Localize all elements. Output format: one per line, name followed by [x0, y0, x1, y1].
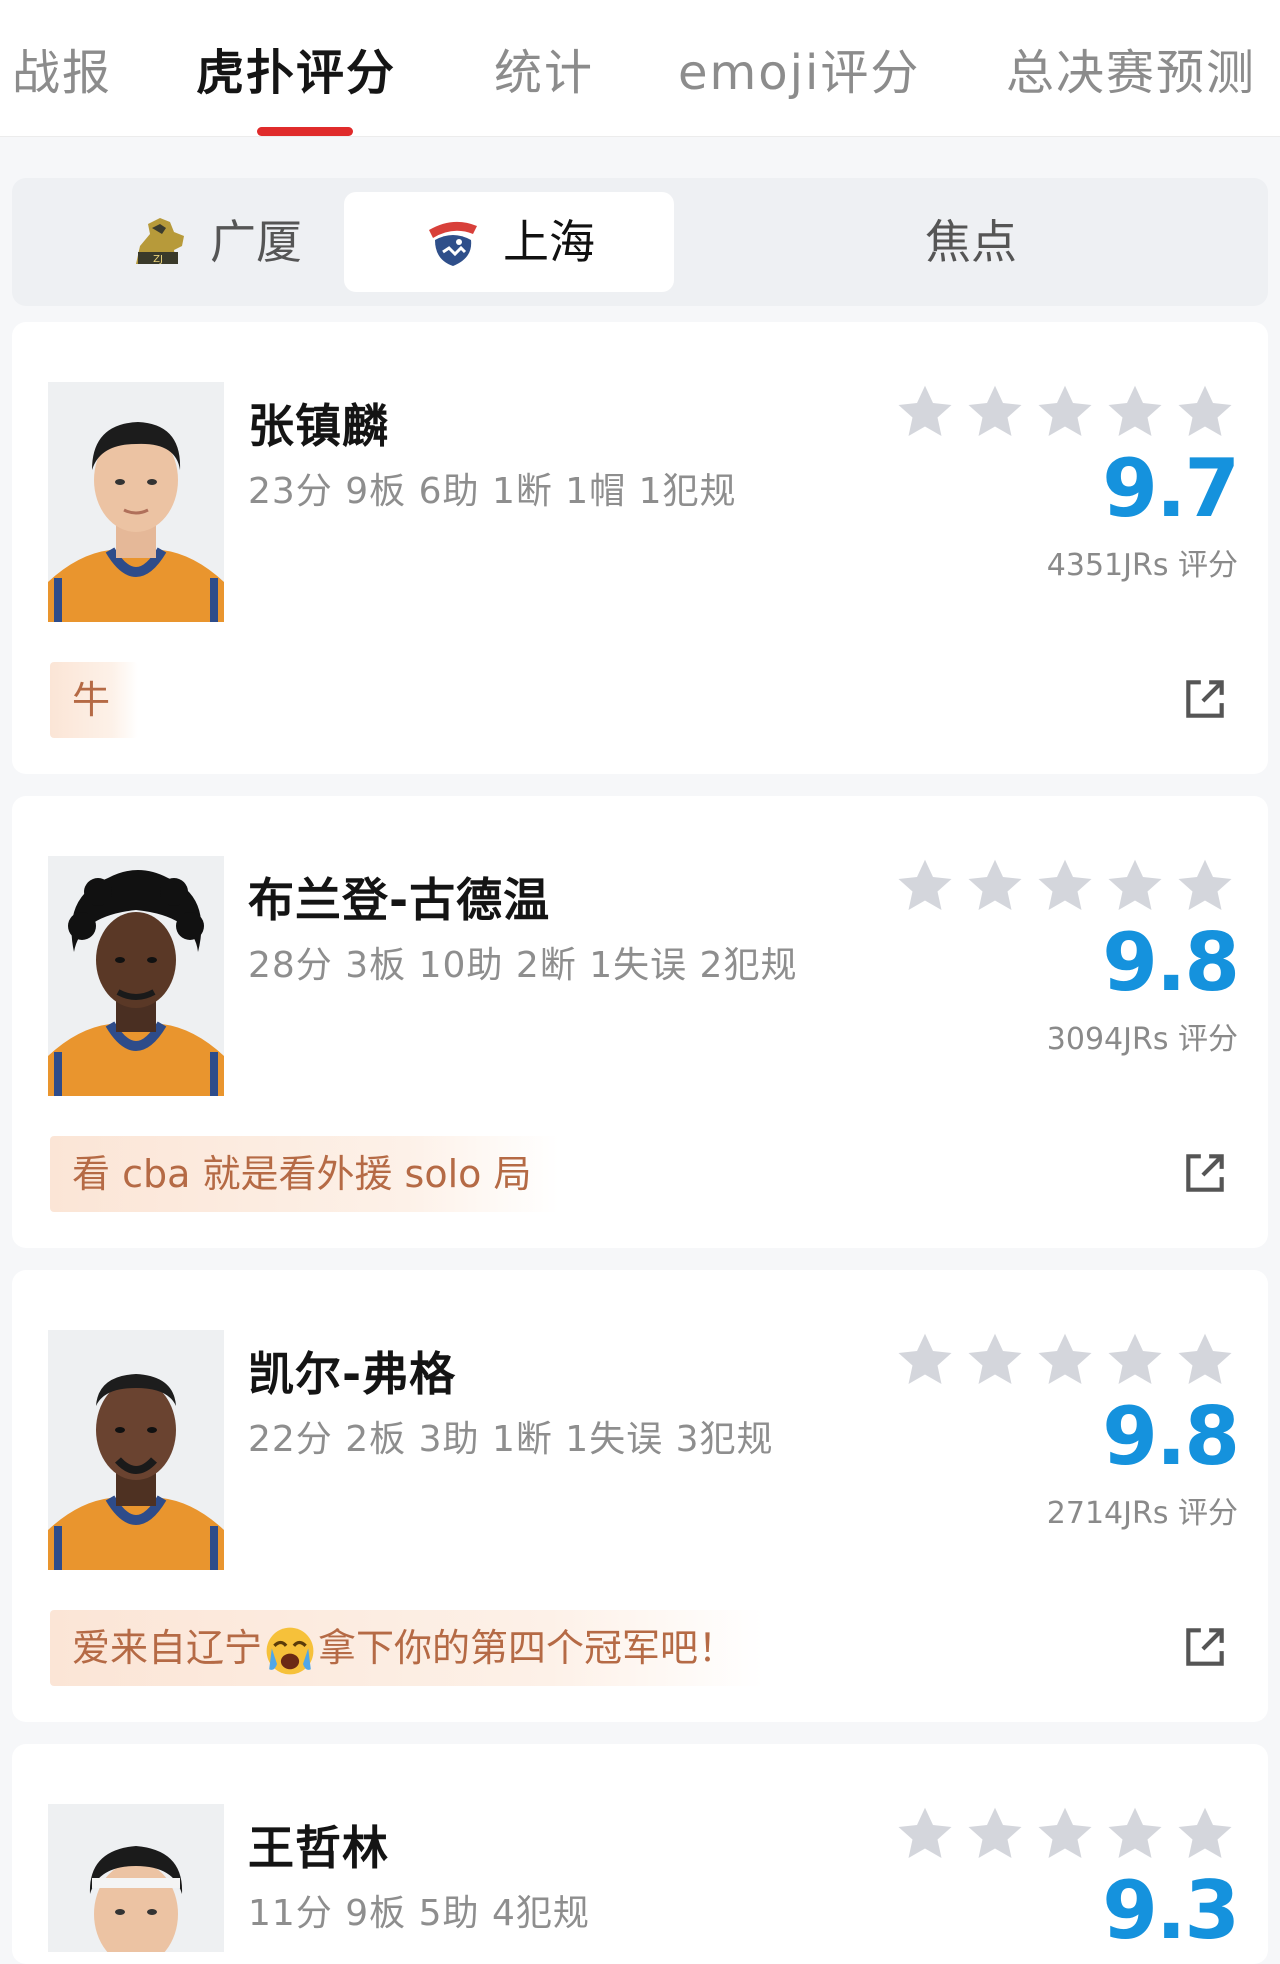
star-icon[interactable] [964, 382, 1026, 442]
player-stats: 28分 3板 10助 2断 1失误 2犯规 [248, 945, 798, 986]
team-tab-focus[interactable]: 焦点 [674, 192, 1268, 292]
star-icon[interactable] [1174, 856, 1236, 916]
share-icon[interactable] [1180, 674, 1230, 724]
star-icon[interactable] [1104, 856, 1166, 916]
comment-text-before: 爱来自辽宁 [72, 1626, 263, 1670]
team-tab-guangsha-label: 广厦 [210, 215, 302, 269]
tab-hupu-rating[interactable]: 虎扑评分 [196, 38, 396, 108]
player-score: 9.3 [1102, 1864, 1240, 1957]
player-card[interactable]: 张镇麟 23分 9板 6助 1断 1帽 1犯规 9.7 4351JRs 评分 牛 [12, 322, 1268, 774]
top-comment[interactable]: 爱来自辽宁 拿下你的第四个冠军吧！ [50, 1610, 765, 1686]
team-tab-shanghai[interactable]: 上海 [344, 192, 674, 292]
player-photo [48, 1330, 224, 1570]
star-icon[interactable] [1174, 1330, 1236, 1390]
star-icon[interactable] [964, 1804, 1026, 1864]
guangsha-logo-icon: ZJ [136, 218, 184, 265]
player-score: 9.8 [1102, 1390, 1240, 1483]
player-card[interactable]: 凯尔-弗格 22分 2板 3助 1断 1失误 3犯规 9.8 2714JRs 评… [12, 1270, 1268, 1722]
player-card[interactable]: 王哲林 11分 9板 5助 4犯规 9.3 [12, 1744, 1268, 1964]
rating-stars[interactable] [886, 856, 1236, 916]
star-icon[interactable] [1174, 382, 1236, 442]
player-stats: 11分 9板 5助 4犯规 [248, 1893, 590, 1934]
rating-stars[interactable] [886, 382, 1236, 442]
top-comment[interactable]: 看 cba 就是看外援 solo 局 [50, 1136, 560, 1212]
team-tab-focus-label: 焦点 [925, 215, 1017, 269]
star-icon[interactable] [1174, 1804, 1236, 1864]
star-icon[interactable] [1034, 382, 1096, 442]
star-icon[interactable] [894, 856, 956, 916]
share-icon[interactable] [1180, 1148, 1230, 1198]
tab-stats[interactable]: 统计 [494, 38, 594, 108]
tab-report[interactable]: 战报 [12, 38, 112, 108]
player-photo [48, 1804, 224, 1952]
player-stats: 23分 9板 6助 1断 1帽 1犯规 [248, 471, 737, 512]
rating-stars[interactable] [886, 1804, 1236, 1864]
comment-text-after: 拿下你的第四个冠军吧！ [318, 1626, 737, 1670]
player-photo [48, 382, 224, 622]
player-score: 9.7 [1102, 442, 1240, 535]
player-card[interactable]: 布兰登-古德温 28分 3板 10助 2断 1失误 2犯规 9.8 3094JR… [12, 796, 1268, 1248]
rater-count: 2714JRs 评分 [1046, 1496, 1238, 1531]
share-icon[interactable] [1180, 1622, 1230, 1672]
top-comment[interactable]: 牛 [50, 662, 139, 738]
player-stats: 22分 2板 3助 1断 1失误 3犯规 [248, 1419, 774, 1460]
player-name: 王哲林 [248, 1821, 389, 1875]
star-icon[interactable] [1034, 1330, 1096, 1390]
star-icon[interactable] [1034, 856, 1096, 916]
player-name: 张镇麟 [248, 399, 389, 453]
rater-count: 4351JRs 评分 [1046, 548, 1238, 583]
star-icon[interactable] [894, 382, 956, 442]
shanghai-sharks-logo-icon [429, 221, 477, 266]
active-tab-indicator [257, 127, 353, 136]
svg-text:ZJ: ZJ [153, 254, 163, 265]
player-name: 凯尔-弗格 [248, 1347, 457, 1401]
tab-emoji-rating[interactable]: emoji评分 [678, 38, 920, 108]
tab-finals-prediction[interactable]: 总决赛预测 [1006, 38, 1256, 108]
team-tab-shanghai-label: 上海 [503, 215, 595, 269]
player-photo [48, 856, 224, 1096]
star-icon[interactable] [894, 1804, 956, 1864]
player-name: 布兰登-古德温 [248, 873, 551, 927]
star-icon[interactable] [1104, 1804, 1166, 1864]
star-icon[interactable] [964, 1330, 1026, 1390]
star-icon[interactable] [1104, 382, 1166, 442]
top-tab-bar: 战报 虎扑评分 统计 emoji评分 总决赛预测 [0, 0, 1280, 137]
star-icon[interactable] [1034, 1804, 1096, 1864]
team-tab-bar: ZJ 广厦 上海 焦点 [12, 178, 1268, 306]
crying-face-emoji-icon [266, 1627, 314, 1674]
star-icon[interactable] [964, 856, 1026, 916]
star-icon[interactable] [894, 1330, 956, 1390]
rater-count: 3094JRs 评分 [1046, 1022, 1238, 1057]
star-icon[interactable] [1104, 1330, 1166, 1390]
player-score: 9.8 [1102, 916, 1240, 1009]
rating-stars[interactable] [886, 1330, 1236, 1390]
